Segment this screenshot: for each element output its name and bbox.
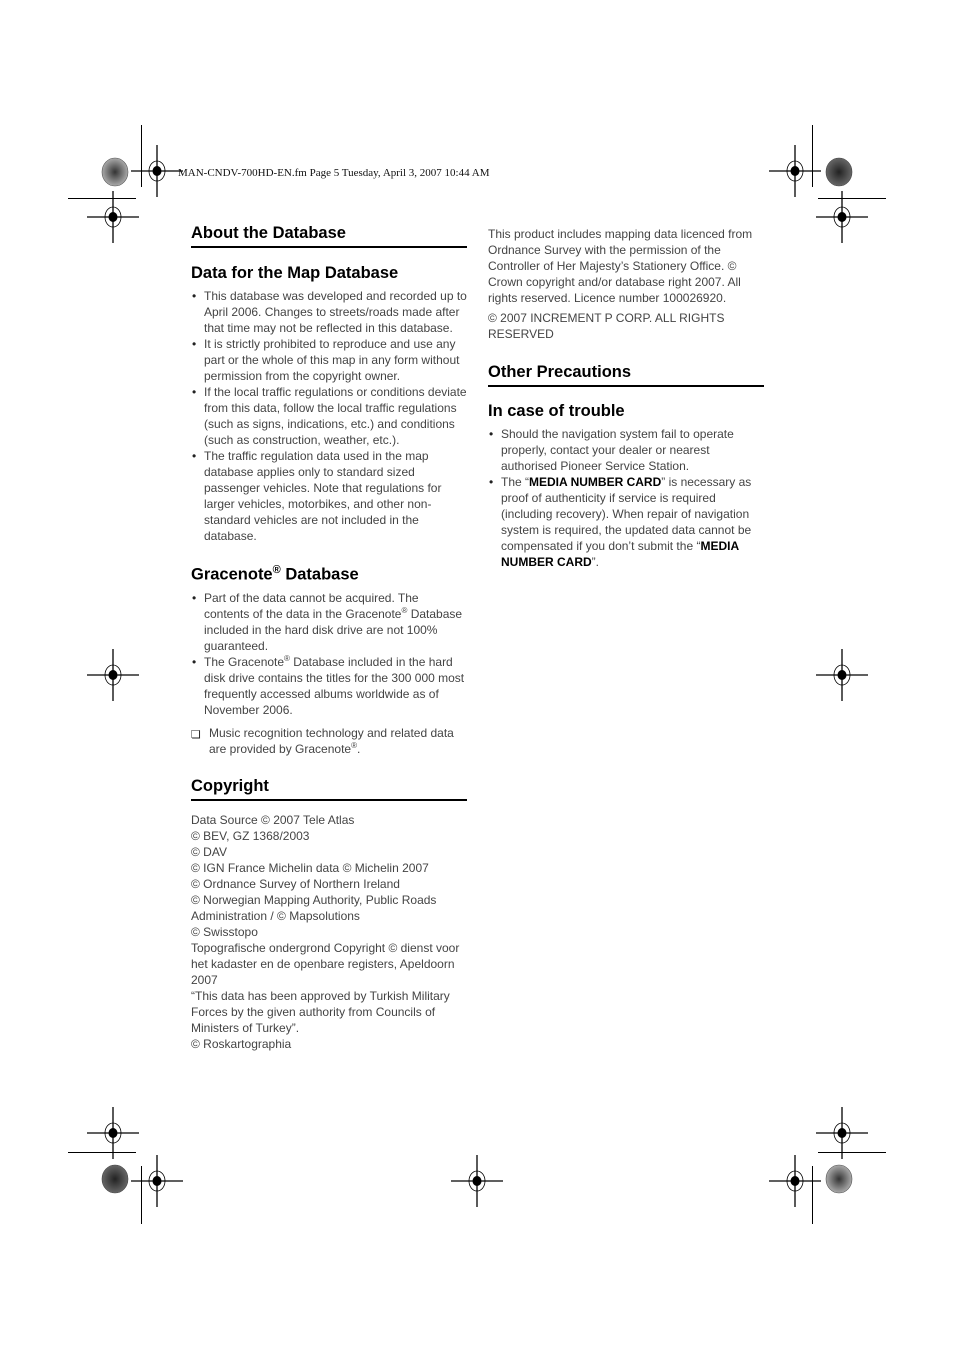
target-top-left <box>130 144 184 198</box>
list-item: If the local traffic regulations or cond… <box>191 384 467 448</box>
copyright-line: © BEV, GZ 1368/2003 <box>191 828 310 843</box>
media-number-card-label: MEDIA NUMBER CARD <box>529 475 662 489</box>
target-left-lower <box>86 1106 140 1160</box>
text: The “ <box>501 475 530 489</box>
copyright-line: © Swisstopo <box>191 924 258 939</box>
list-item: The traffic regulation data used in the … <box>191 448 467 544</box>
checkbox-note-icon: ❏ <box>191 728 201 741</box>
target-right-middle <box>815 648 869 702</box>
color-rosette-icon <box>825 157 853 187</box>
map-database-list: This database was developed and recorded… <box>191 288 467 544</box>
target-bottom-right <box>768 1154 822 1208</box>
gracenote-list: Part of the data cannot be acquired. The… <box>191 590 467 718</box>
list-item: Should the navigation system fail to ope… <box>488 426 764 474</box>
copyright-line: © Norwegian Mapping Authority, Public Ro… <box>191 892 437 923</box>
copyright-title: Copyright <box>191 777 467 801</box>
text: . <box>357 741 361 756</box>
text: The Gracenote <box>204 654 285 669</box>
target-right-upper <box>815 190 869 244</box>
target-bottom-left <box>130 1154 184 1208</box>
right-column: This product includes mapping data licen… <box>488 226 764 570</box>
text: Part of the data cannot be acquired. The… <box>204 590 419 621</box>
other-precautions-title: Other Precautions <box>488 363 764 387</box>
copyright-line: “This data has been approved by Turkish … <box>191 988 450 1035</box>
left-column: About the Database Data for the Map Data… <box>191 224 467 1052</box>
color-rosette-icon <box>101 157 129 187</box>
about-database-title: About the Database <box>191 224 467 248</box>
target-top-right <box>768 144 822 198</box>
color-rosette-icon <box>101 1164 129 1194</box>
text: ”. <box>591 555 600 569</box>
registration-marks <box>86 144 869 1208</box>
copyright-line: © DAV <box>191 844 227 859</box>
gracenote-database-title: Gracenote® Database <box>191 564 467 585</box>
trouble-list: Should the navigation system fail to ope… <box>488 426 764 570</box>
target-bottom-center <box>450 1154 504 1208</box>
title-text: Gracenote <box>191 565 273 584</box>
increment-p-notice: © 2007 INCREMENT P CORP. ALL RIGHTS RESE… <box>488 311 725 341</box>
target-left-upper <box>86 190 140 244</box>
ordnance-survey-notice: This product includes mapping data licen… <box>488 227 753 305</box>
list-item: The “MEDIA NUMBER CARD” is necessary as … <box>488 474 764 570</box>
text: Music recognition technology and related… <box>209 725 454 756</box>
copyright-line: Data Source © 2007 Tele Atlas <box>191 812 355 827</box>
list-item: The Gracenote® Database included in the … <box>191 654 467 718</box>
target-right-lower <box>815 1106 869 1160</box>
map-database-title: Data for the Map Database <box>191 264 399 282</box>
title-text: Database <box>280 565 359 584</box>
file-info-header: MAN-CNDV-700HD-EN.fm Page 5 Tuesday, Apr… <box>178 167 490 179</box>
copyright-lines: Data Source © 2007 Tele Atlas © BEV, GZ … <box>191 812 467 1052</box>
copyright-line: © Ordnance Survey of Northern Ireland <box>191 876 400 891</box>
registered-mark: ® <box>272 564 281 576</box>
color-rosette-icon <box>825 1164 853 1194</box>
copyright-line: Topografische ondergrond Copyright © die… <box>191 940 460 987</box>
target-left-middle <box>86 648 140 702</box>
list-item: It is strictly prohibited to reproduce a… <box>191 336 467 384</box>
in-case-of-trouble-title: In case of trouble <box>488 402 625 420</box>
gracenote-note: ❏ Music recognition technology and relat… <box>191 725 467 757</box>
list-item: Part of the data cannot be acquired. The… <box>191 590 467 654</box>
copyright-line: © IGN France Michelin data © Michelin 20… <box>191 860 429 875</box>
list-item: This database was developed and recorded… <box>191 288 467 336</box>
copyright-line: © Roskartographia <box>191 1036 292 1051</box>
